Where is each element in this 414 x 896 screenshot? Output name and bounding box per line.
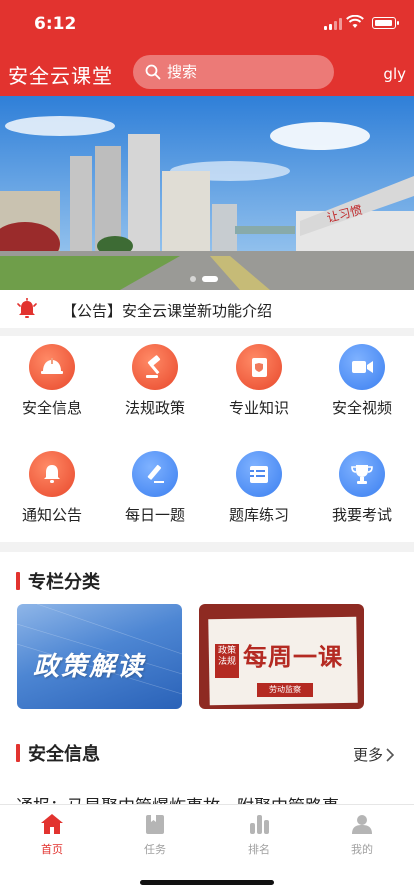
- wifi-icon: [346, 15, 364, 28]
- home-icon: [41, 814, 63, 834]
- battery-icon: [372, 17, 399, 29]
- feature-grid: 安全信息 法规政策 专业知识 安全视频 通知公告 每日一题 题库练习 我要考试: [0, 336, 414, 542]
- safety-info-section: 安全信息 更多 通报：马星聚中管爆炸事故，附聚中管路事: [0, 728, 414, 804]
- card-subtitle: 劳动监察: [257, 683, 313, 697]
- task-icon: [146, 815, 164, 834]
- username[interactable]: gly: [383, 65, 406, 83]
- pencil-icon: [132, 451, 178, 497]
- grid-item-label: 法规政策: [124, 399, 185, 417]
- more-link[interactable]: 更多: [353, 744, 394, 765]
- tab-label: 排名: [248, 843, 270, 856]
- top-bar: 6:12 安全云课堂 gly: [0, 0, 414, 96]
- helmet-icon: [29, 344, 75, 390]
- columns-section: 专栏分类 政策解读 政策法规 每周一课 劳动监察: [0, 552, 414, 728]
- title-accent: [16, 744, 20, 762]
- alarm-icon: [17, 298, 37, 318]
- notice-text: 【公告】安全云课堂新功能介绍: [62, 302, 273, 320]
- grid-item-regulations[interactable]: 法规政策: [103, 344, 207, 418]
- news-preview[interactable]: 通报：马星聚中管爆炸事故，附聚中管路事: [16, 792, 339, 804]
- gavel-icon: [132, 344, 178, 390]
- tab-label: 首页: [41, 843, 63, 856]
- tab-home[interactable]: 首页: [17, 813, 87, 857]
- card-policy-interpretation[interactable]: 政策解读: [17, 604, 182, 709]
- search-bar[interactable]: [133, 55, 334, 89]
- tab-label: 任务: [144, 843, 166, 856]
- grid-item-label: 安全信息: [21, 399, 82, 417]
- grid-item-label: 每日一题: [124, 506, 185, 524]
- ranking-icon: [250, 815, 269, 834]
- section-title: 安全信息: [16, 740, 100, 766]
- banner-image: 让习惯: [0, 96, 414, 290]
- section-title-text: 专栏分类: [28, 572, 100, 593]
- grid-item-label: 专业知识: [228, 399, 289, 417]
- section-title: 专栏分类: [16, 568, 100, 594]
- section-title-text: 安全信息: [28, 744, 100, 765]
- notice-bar[interactable]: 【公告】安全云课堂新功能介绍: [0, 290, 414, 328]
- book-icon: [236, 344, 282, 390]
- bell-icon: [29, 451, 75, 497]
- profile-icon: [352, 815, 372, 834]
- tab-tasks[interactable]: 任务: [120, 813, 190, 857]
- question-bank-icon: [236, 451, 282, 497]
- grid-item-label: 通知公告: [21, 506, 82, 524]
- search-icon: [145, 64, 161, 80]
- title-accent: [16, 572, 20, 590]
- grid-item-label: 我要考试: [331, 506, 392, 524]
- tab-label: 我的: [351, 843, 373, 856]
- chevron-right-icon: [386, 747, 394, 762]
- grid-item-label: 安全视频: [331, 399, 392, 417]
- trophy-icon: [339, 451, 385, 497]
- grid-item-knowledge[interactable]: 专业知识: [207, 344, 311, 418]
- card-tag: 政策法规: [215, 644, 239, 678]
- grid-item-notices[interactable]: 通知公告: [0, 451, 104, 525]
- grid-item-label: 题库练习: [228, 506, 289, 524]
- video-icon: [339, 344, 385, 390]
- more-label: 更多: [352, 746, 383, 764]
- grid-item-question-bank[interactable]: 题库练习: [207, 451, 311, 525]
- card-title: 每周一课: [243, 643, 343, 671]
- card-title: 政策解读: [33, 652, 146, 682]
- banner-carousel[interactable]: 让习惯: [0, 96, 414, 290]
- card-weekly-lesson[interactable]: 政策法规 每周一课 劳动监察: [199, 604, 364, 709]
- signal-icon: [324, 18, 342, 30]
- tab-ranking[interactable]: 排名: [224, 813, 294, 857]
- home-indicator: [140, 880, 274, 885]
- app-header: 安全云课堂 gly: [0, 48, 414, 96]
- grid-item-exam[interactable]: 我要考试: [310, 451, 414, 525]
- carousel-dots: [190, 276, 218, 282]
- search-input[interactable]: [167, 63, 317, 81]
- app-title: 安全云课堂: [8, 64, 113, 88]
- grid-item-safety-info[interactable]: 安全信息: [0, 344, 104, 418]
- status-time: 6:12: [34, 14, 77, 34]
- grid-item-safety-video[interactable]: 安全视频: [310, 344, 414, 418]
- grid-item-daily-question[interactable]: 每日一题: [103, 451, 207, 525]
- status-bar: 6:12: [0, 0, 414, 48]
- tab-profile[interactable]: 我的: [327, 813, 397, 857]
